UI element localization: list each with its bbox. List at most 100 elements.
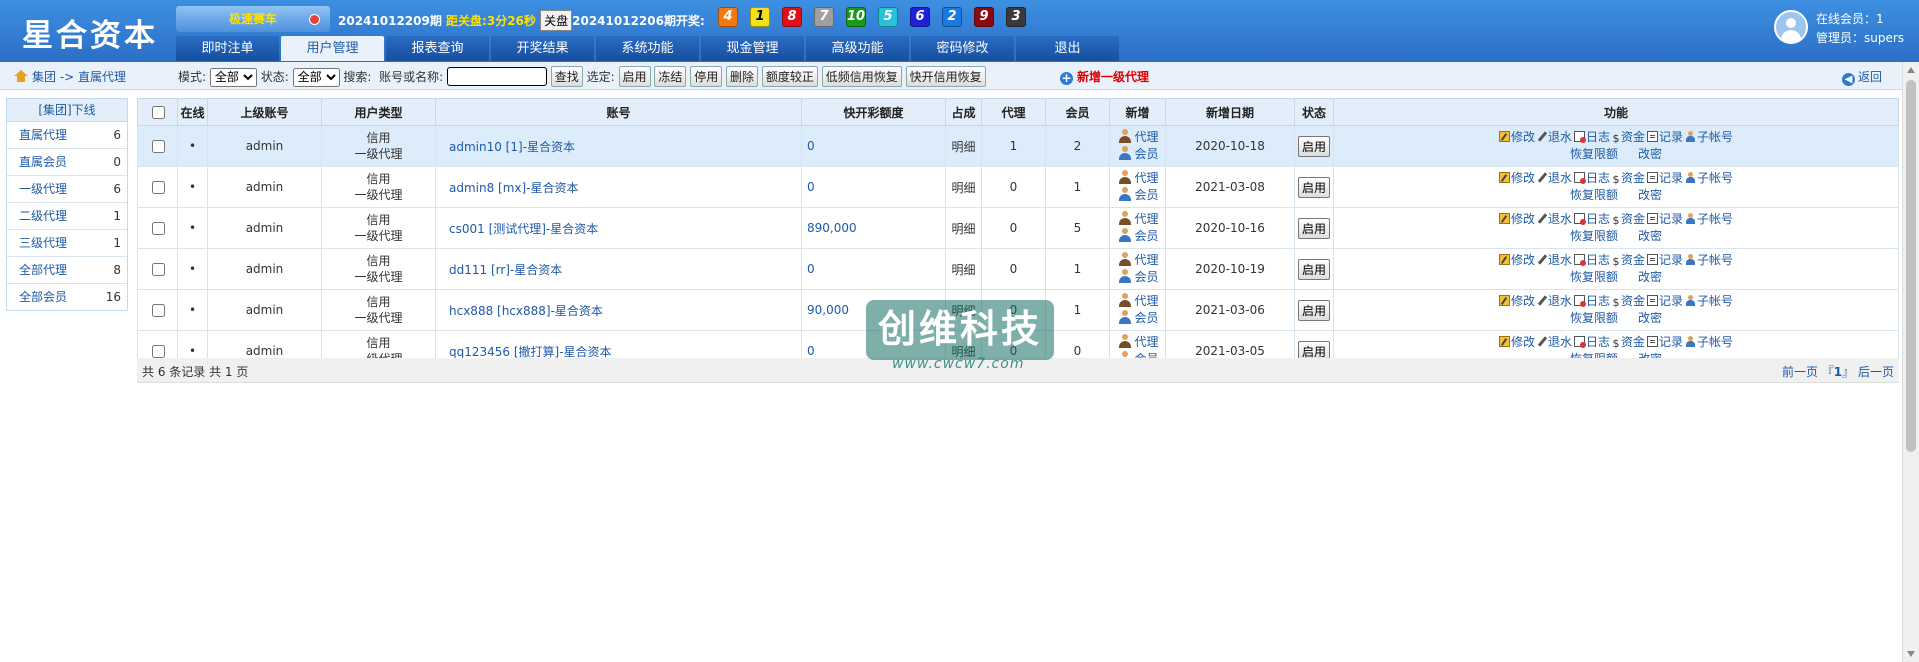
- col-date[interactable]: 新增日期: [1165, 98, 1295, 126]
- func-link[interactable]: $ 资金: [1612, 171, 1646, 185]
- nav-tab-1[interactable]: 用户管理: [281, 36, 384, 61]
- agent-count-link[interactable]: 0: [981, 166, 1046, 208]
- new-member-link[interactable]: 会员: [1114, 310, 1164, 327]
- nav-tab-0[interactable]: 即时注单: [176, 36, 279, 61]
- col-account[interactable]: 账号: [435, 98, 802, 126]
- func-link[interactable]: $ 资金: [1612, 253, 1646, 267]
- current-page[interactable]: 1: [1834, 365, 1842, 379]
- func-link[interactable]: 改密: [1638, 188, 1662, 202]
- nav-tab-2[interactable]: 报表查询: [386, 36, 489, 61]
- action-button[interactable]: 快开信用恢复: [905, 66, 986, 87]
- row-checkbox[interactable]: [151, 303, 165, 317]
- func-link[interactable]: 改密: [1638, 311, 1662, 325]
- func-link[interactable]: 日志: [1573, 130, 1610, 144]
- status-button[interactable]: 启用: [1297, 217, 1330, 239]
- func-link[interactable]: 日志: [1573, 335, 1610, 349]
- member-count-link[interactable]: 1: [1045, 248, 1110, 290]
- func-link[interactable]: 记录: [1647, 130, 1683, 144]
- row-checkbox[interactable]: [151, 344, 165, 358]
- func-link[interactable]: 退水: [1537, 130, 1572, 144]
- action-button[interactable]: 停用: [690, 66, 723, 87]
- share-detail-link[interactable]: 明细: [945, 207, 982, 249]
- quota-link[interactable]: 0: [801, 248, 946, 290]
- new-member-link[interactable]: 会员: [1114, 146, 1164, 163]
- func-link[interactable]: $ 资金: [1612, 294, 1646, 308]
- nav-tab-7[interactable]: 密码修改: [911, 36, 1014, 61]
- share-detail-link[interactable]: 明细: [945, 289, 982, 331]
- func-link[interactable]: 子帐号: [1685, 294, 1733, 308]
- back-link[interactable]: ◀ 返回: [1842, 68, 1882, 86]
- nav-tab-3[interactable]: 开奖结果: [491, 36, 594, 61]
- col-new[interactable]: 新增: [1109, 98, 1166, 126]
- new-agent-link[interactable]: 代理: [1114, 334, 1164, 351]
- quota-link[interactable]: 0: [801, 166, 946, 208]
- agent-count-link[interactable]: 0: [981, 207, 1046, 249]
- sidebar-item[interactable]: 直属会员 0: [7, 149, 127, 176]
- func-link[interactable]: 日志: [1573, 253, 1610, 267]
- func-link[interactable]: 子帐号: [1685, 171, 1733, 185]
- col-members[interactable]: 会员: [1045, 98, 1110, 126]
- new-agent-link[interactable]: 代理: [1114, 129, 1164, 146]
- quota-link[interactable]: 890,000: [801, 207, 946, 249]
- account-link[interactable]: hcx888 [hcx888]-星合资本: [435, 289, 802, 331]
- func-link[interactable]: 记录: [1647, 253, 1683, 267]
- nav-tab-6[interactable]: 高级功能: [806, 36, 909, 61]
- nav-tab-4[interactable]: 系统功能: [596, 36, 699, 61]
- func-link[interactable]: $ 资金: [1612, 130, 1646, 144]
- account-link[interactable]: cs001 [测试代理]-星合资本: [435, 207, 802, 249]
- scroll-thumb[interactable]: [1906, 80, 1916, 452]
- func-link[interactable]: 改密: [1638, 270, 1662, 284]
- func-link[interactable]: 改密: [1638, 229, 1662, 243]
- func-link[interactable]: 记录: [1647, 212, 1683, 226]
- col-parent[interactable]: 上级账号: [207, 98, 322, 126]
- select-all-checkbox[interactable]: [151, 105, 165, 119]
- col-online[interactable]: 在线: [177, 98, 208, 126]
- search-input[interactable]: [446, 67, 547, 86]
- func-link[interactable]: 恢复限额: [1570, 147, 1618, 161]
- col-quota[interactable]: 快开彩额度: [801, 98, 946, 126]
- func-link[interactable]: 退水: [1537, 253, 1572, 267]
- action-button[interactable]: 删除: [726, 66, 759, 87]
- status-button[interactable]: 启用: [1297, 176, 1330, 198]
- func-link[interactable]: 子帐号: [1685, 130, 1733, 144]
- vertical-scrollbar[interactable]: [1902, 62, 1919, 662]
- nav-tab-8[interactable]: 退出: [1016, 36, 1119, 61]
- member-count-link[interactable]: 1: [1045, 289, 1110, 331]
- func-link[interactable]: 修改: [1498, 212, 1535, 226]
- new-member-link[interactable]: 会员: [1114, 228, 1164, 245]
- func-link[interactable]: 子帐号: [1685, 253, 1733, 267]
- action-button[interactable]: 冻结: [654, 66, 687, 87]
- func-link[interactable]: 改密: [1638, 147, 1662, 161]
- row-checkbox[interactable]: [151, 180, 165, 194]
- account-link[interactable]: dd111 [rr]-星合资本: [435, 248, 802, 290]
- agent-count-link[interactable]: 1: [981, 125, 1046, 167]
- col-share[interactable]: 占成: [945, 98, 982, 126]
- func-link[interactable]: 记录: [1647, 294, 1683, 308]
- new-agent-link[interactable]: 代理: [1114, 293, 1164, 310]
- func-link[interactable]: 修改: [1498, 294, 1535, 308]
- agent-count-link[interactable]: 0: [981, 289, 1046, 331]
- sidebar-item[interactable]: 直属代理 6: [7, 122, 127, 149]
- func-link[interactable]: 退水: [1537, 335, 1572, 349]
- func-link[interactable]: 恢复限额: [1570, 270, 1618, 284]
- member-count-link[interactable]: 5: [1045, 207, 1110, 249]
- prev-page-link[interactable]: 前一页: [1782, 365, 1818, 379]
- new-agent-link[interactable]: 代理: [1114, 252, 1164, 269]
- func-link[interactable]: 子帐号: [1685, 335, 1733, 349]
- col-status[interactable]: 状态: [1294, 98, 1334, 126]
- func-link[interactable]: 退水: [1537, 212, 1572, 226]
- game-select-button[interactable]: 极速赛车: [176, 6, 330, 32]
- status-button[interactable]: 启用: [1297, 135, 1330, 157]
- share-detail-link[interactable]: 明细: [945, 125, 982, 167]
- account-link[interactable]: admin8 [mx]-星合资本: [435, 166, 802, 208]
- sidebar-item[interactable]: 二级代理 1: [7, 203, 127, 230]
- status-select[interactable]: 全部: [292, 67, 340, 87]
- nav-tab-5[interactable]: 现金管理: [701, 36, 804, 61]
- new-agent-link[interactable]: 代理: [1114, 211, 1164, 228]
- action-button[interactable]: 低频信用恢复: [821, 66, 902, 87]
- row-checkbox[interactable]: [151, 262, 165, 276]
- func-link[interactable]: 修改: [1498, 130, 1535, 144]
- func-link[interactable]: 退水: [1537, 171, 1572, 185]
- func-link[interactable]: 日志: [1573, 171, 1610, 185]
- func-link[interactable]: 修改: [1498, 335, 1535, 349]
